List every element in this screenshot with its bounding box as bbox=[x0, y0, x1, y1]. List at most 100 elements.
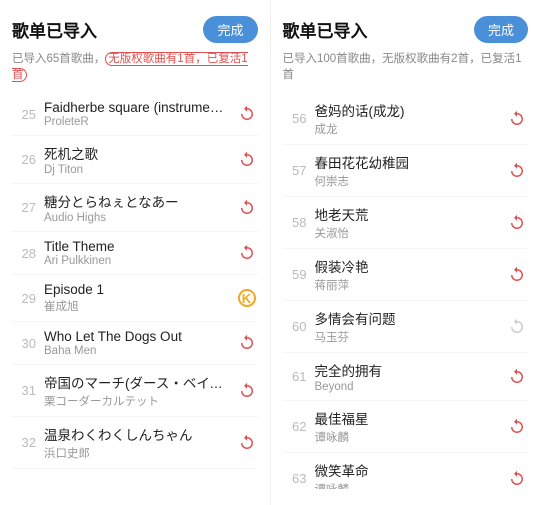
right-panel: 歌单已导入 完成 已导入100首歌曲，无版权歌曲有2首，已复活1首 56 爸妈的话… bbox=[270, 0, 540, 505]
list-item: 31 帝国のマーチ(ダース・ベイダーのテー...栗コーダーカルテット bbox=[12, 365, 258, 417]
song-status-icon[interactable] bbox=[506, 108, 528, 130]
song-index: 27 bbox=[12, 200, 36, 215]
list-item: 63 微笑革命谭咏麟 bbox=[283, 453, 529, 489]
song-artist: 何崇志 bbox=[315, 173, 501, 189]
song-status-icon[interactable] bbox=[506, 468, 528, 489]
song-status-icon[interactable] bbox=[236, 380, 258, 402]
song-artist: 浜口史郎 bbox=[44, 445, 230, 461]
list-item: 57 春田花花幼稚园何崇志 bbox=[283, 145, 529, 197]
song-index: 59 bbox=[283, 267, 307, 282]
list-item: 32 温泉わくわくしんちゃん浜口史郎 bbox=[12, 417, 258, 469]
song-artist: 成龙 bbox=[315, 121, 501, 137]
song-name: Title Theme bbox=[44, 239, 230, 254]
song-index: 58 bbox=[283, 215, 307, 230]
song-name: 最佳福星 bbox=[315, 408, 501, 428]
song-info: 春田花花幼稚园何崇志 bbox=[315, 152, 501, 189]
song-index: 28 bbox=[12, 246, 36, 261]
song-info: 多情会有问题马玉芬 bbox=[315, 308, 501, 345]
song-status-icon[interactable] bbox=[506, 316, 528, 338]
left-status: 已导入65首歌曲，无版权歌曲有1首，已复活1首 bbox=[12, 51, 258, 83]
left-panel-header: 歌单已导入 完成 bbox=[12, 16, 258, 43]
song-name: 糖分とらねぇとなあー bbox=[44, 191, 230, 211]
right-panel-title: 歌单已导入 bbox=[283, 17, 368, 42]
song-artist: Baha Men bbox=[44, 345, 230, 357]
song-name: 死机之歌 bbox=[44, 143, 230, 163]
song-name: 完全的拥有 bbox=[315, 360, 501, 380]
song-status-icon[interactable] bbox=[506, 160, 528, 182]
song-artist: 谭咏麟 bbox=[315, 429, 501, 445]
song-name: 爸妈的话(成龙) bbox=[315, 100, 501, 120]
song-status-icon[interactable] bbox=[236, 197, 258, 219]
song-name: 温泉わくわくしんちゃん bbox=[44, 424, 230, 444]
song-status-icon[interactable] bbox=[236, 432, 258, 454]
song-info: 糖分とらねぇとなあーAudio Highs bbox=[44, 191, 230, 224]
song-info: Title ThemeAri Pulkkinen bbox=[44, 239, 230, 267]
song-name: Who Let The Dogs Out bbox=[44, 329, 230, 344]
song-info: 最佳福星谭咏麟 bbox=[315, 408, 501, 445]
song-info: 地老天荒关淑怡 bbox=[315, 204, 501, 241]
song-info: Who Let The Dogs OutBaha Men bbox=[44, 329, 230, 357]
song-status-icon[interactable] bbox=[236, 103, 258, 125]
song-artist: 谭咏麟 bbox=[315, 481, 501, 489]
song-artist: 蒋丽萍 bbox=[315, 277, 501, 293]
song-status-icon[interactable] bbox=[506, 212, 528, 234]
song-info: 帝国のマーチ(ダース・ベイダーのテー...栗コーダーカルテット bbox=[44, 372, 230, 409]
right-panel-header: 歌单已导入 完成 bbox=[283, 16, 529, 43]
left-song-list: 25 Faidherbe square (instrumental)Prolete… bbox=[12, 93, 258, 489]
song-name: Episode 1 bbox=[44, 282, 230, 297]
song-index: 63 bbox=[283, 471, 307, 486]
song-index: 25 bbox=[12, 107, 36, 122]
song-status-icon[interactable] bbox=[506, 366, 528, 388]
song-artist: 崔成旭 bbox=[44, 298, 230, 314]
song-info: 爸妈的话(成龙)成龙 bbox=[315, 100, 501, 137]
list-item: 26 死机之歌Dj Titon bbox=[12, 136, 258, 184]
list-item: 25 Faidherbe square (instrumental)Prolete… bbox=[12, 93, 258, 136]
left-panel: 歌单已导入 完成 已导入65首歌曲，无版权歌曲有1首，已复活1首 25 Faidh… bbox=[0, 0, 270, 505]
song-index: 30 bbox=[12, 336, 36, 351]
song-artist: ProleteR bbox=[44, 116, 230, 128]
song-index: 56 bbox=[283, 111, 307, 126]
song-index: 57 bbox=[283, 163, 307, 178]
song-name: 地老天荒 bbox=[315, 204, 501, 224]
song-artist: 栗コーダーカルテット bbox=[44, 393, 230, 409]
left-panel-title: 歌单已导入 bbox=[12, 17, 97, 42]
song-index: 29 bbox=[12, 291, 36, 306]
song-status-icon[interactable] bbox=[236, 332, 258, 354]
song-status-icon[interactable] bbox=[506, 416, 528, 438]
song-info: Episode 1崔成旭 bbox=[44, 282, 230, 314]
song-index: 60 bbox=[283, 319, 307, 334]
song-info: 假装冷艳蒋丽萍 bbox=[315, 256, 501, 293]
list-item: 60 多情会有问题马玉芬 bbox=[283, 301, 529, 353]
right-status: 已导入100首歌曲，无版权歌曲有2首，已复活1首 bbox=[283, 51, 529, 83]
song-info: 死机之歌Dj Titon bbox=[44, 143, 230, 176]
song-status-icon[interactable] bbox=[236, 242, 258, 264]
song-index: 61 bbox=[283, 369, 307, 384]
song-info: 温泉わくわくしんちゃん浜口史郎 bbox=[44, 424, 230, 461]
list-item: 56 爸妈的话(成龙)成龙 bbox=[283, 93, 529, 145]
song-info: 完全的拥有Beyond bbox=[315, 360, 501, 393]
list-item: 28 Title ThemeAri Pulkkinen bbox=[12, 232, 258, 275]
song-index: 32 bbox=[12, 435, 36, 450]
song-artist: 关淑怡 bbox=[315, 225, 501, 241]
song-status-icon[interactable]: K bbox=[236, 287, 258, 309]
song-name: 帝国のマーチ(ダース・ベイダーのテー... bbox=[44, 372, 230, 392]
song-info: 微笑革命谭咏麟 bbox=[315, 460, 501, 489]
list-item: 58 地老天荒关淑怡 bbox=[283, 197, 529, 249]
song-index: 31 bbox=[12, 383, 36, 398]
list-item: 61 完全的拥有Beyond bbox=[283, 353, 529, 401]
song-index: 62 bbox=[283, 419, 307, 434]
song-artist: Audio Highs bbox=[44, 212, 230, 224]
song-artist: Beyond bbox=[315, 381, 501, 393]
song-name: 假装冷艳 bbox=[315, 256, 501, 276]
song-name: Faidherbe square (instrumental) bbox=[44, 100, 230, 115]
song-artist: Ari Pulkkinen bbox=[44, 255, 230, 267]
song-index: 26 bbox=[12, 152, 36, 167]
list-item: 59 假装冷艳蒋丽萍 bbox=[283, 249, 529, 301]
left-complete-button[interactable]: 完成 bbox=[203, 16, 257, 43]
song-status-icon[interactable] bbox=[236, 149, 258, 171]
list-item: 27 糖分とらねぇとなあーAudio Highs bbox=[12, 184, 258, 232]
left-status-normal: 已导入65首歌曲， bbox=[12, 53, 105, 65]
song-status-icon[interactable] bbox=[506, 264, 528, 286]
list-item: 30 Who Let The Dogs OutBaha Men bbox=[12, 322, 258, 365]
right-complete-button[interactable]: 完成 bbox=[474, 16, 528, 43]
